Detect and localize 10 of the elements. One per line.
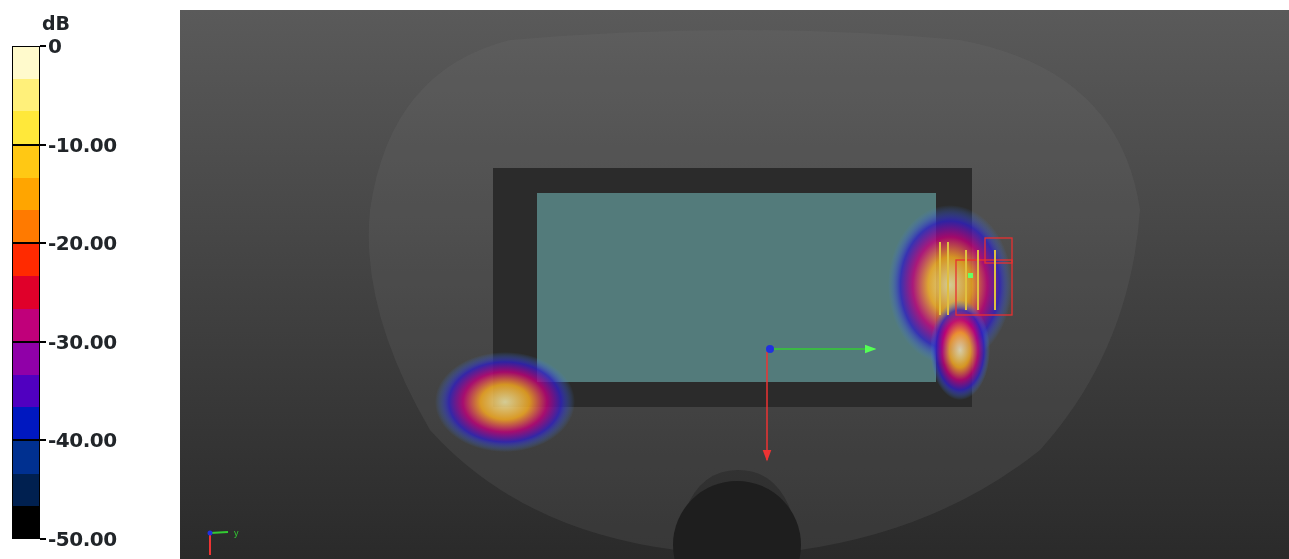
orientation-axes-icon [207, 530, 229, 556]
scale-tick-label: -50.00 [48, 529, 117, 548]
scale-tick-label: -30.00 [48, 332, 117, 351]
scale-tick-label: -40.00 [48, 431, 117, 450]
3d-viewport[interactable]: y [180, 10, 1289, 559]
unit-label: dB [42, 14, 72, 36]
scale-tick-label: -20.00 [48, 234, 117, 253]
axis-label: y [234, 528, 239, 538]
scale-tick-label: 0 [48, 37, 62, 55]
scale-tick-label: -10.00 [48, 135, 117, 154]
